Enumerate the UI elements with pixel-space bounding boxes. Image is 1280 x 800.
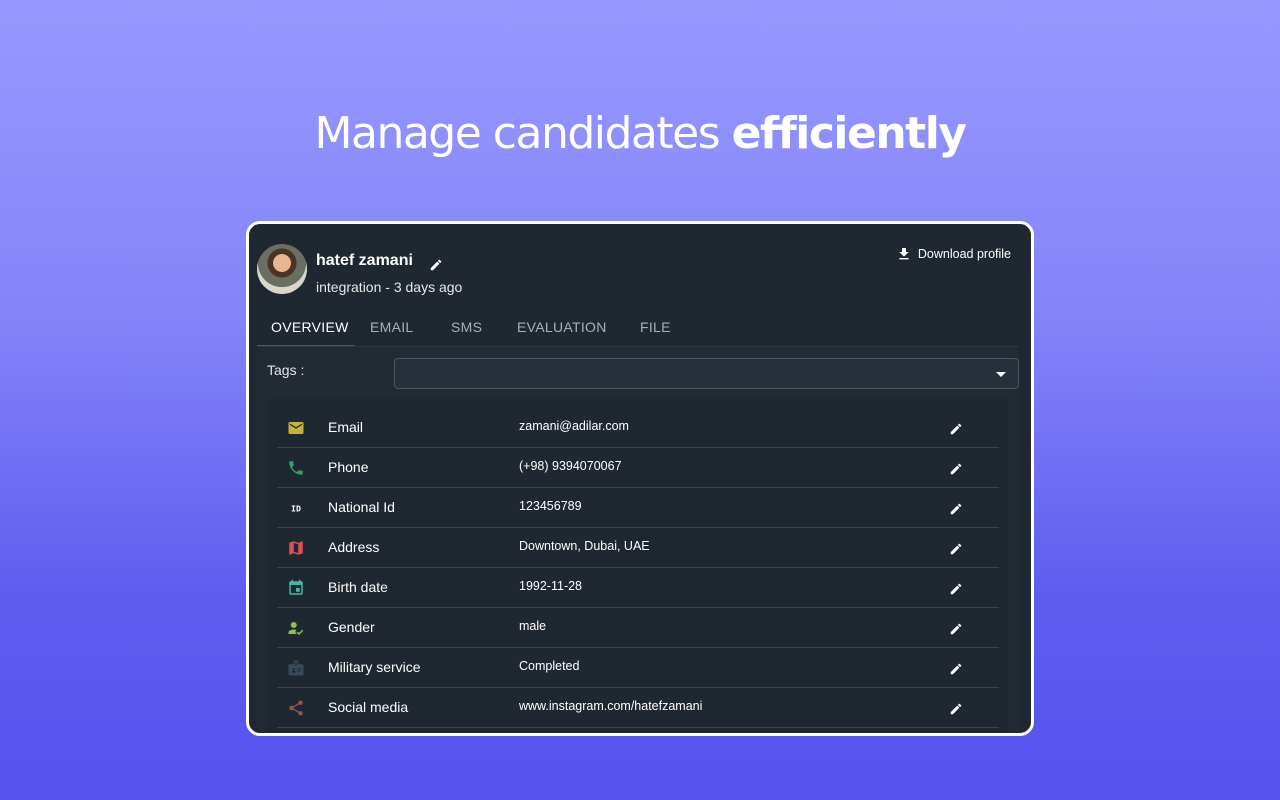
id-icon: ID bbox=[291, 503, 301, 513]
tab-overview[interactable]: OVERVIEW bbox=[257, 309, 354, 347]
overview-panel: Tags : Email zamani@adilar.com Phone (+9… bbox=[257, 347, 1019, 733]
field-value: 1992-11-28 bbox=[519, 579, 583, 593]
mail-icon bbox=[288, 422, 304, 434]
edit-icon[interactable] bbox=[949, 422, 963, 436]
tab-evaluation[interactable]: EVALUATION bbox=[501, 309, 624, 347]
svg-text:ID: ID bbox=[291, 503, 301, 513]
edit-icon[interactable] bbox=[949, 502, 963, 516]
tab-email[interactable]: EMAIL bbox=[354, 309, 435, 347]
field-label: Gender bbox=[328, 619, 375, 635]
field-value: (+98) 9394070067 bbox=[519, 459, 622, 473]
edit-icon[interactable] bbox=[949, 462, 963, 476]
tab-sms[interactable]: SMS bbox=[435, 309, 501, 347]
edit-name-icon[interactable] bbox=[429, 258, 443, 272]
tab-bar: OVERVIEW EMAIL SMS EVALUATION FILE bbox=[257, 309, 684, 347]
field-value: www.instagram.com/hatefzamani bbox=[519, 699, 703, 713]
info-list: Email zamani@adilar.com Phone (+98) 9394… bbox=[267, 398, 1009, 733]
field-row-military-service: Military service Completed bbox=[277, 648, 999, 688]
dropdown-arrow-icon[interactable] bbox=[996, 372, 1006, 377]
edit-icon[interactable] bbox=[949, 582, 963, 596]
download-icon bbox=[899, 248, 909, 260]
field-row-email: Email zamani@adilar.com bbox=[277, 408, 999, 448]
tags-select[interactable] bbox=[394, 358, 1019, 389]
field-label: Birth date bbox=[328, 579, 388, 595]
field-row-birth-date: Birth date 1992-11-28 bbox=[277, 568, 999, 608]
field-value: Completed bbox=[519, 659, 580, 673]
field-row-national-id: ID National Id 123456789 bbox=[277, 488, 999, 528]
field-row-phone: Phone (+98) 9394070067 bbox=[277, 448, 999, 488]
calendar-icon bbox=[289, 579, 303, 595]
map-icon bbox=[289, 541, 303, 555]
field-label: Social media bbox=[328, 699, 409, 715]
edit-icon[interactable] bbox=[949, 622, 963, 636]
field-value: 123456789 bbox=[519, 499, 582, 513]
edit-icon[interactable] bbox=[949, 542, 963, 556]
download-profile-button[interactable]: Download profile bbox=[896, 246, 1011, 262]
field-row-address: Address Downtown, Dubai, UAE bbox=[277, 528, 999, 568]
headline-bold: efficiently bbox=[731, 108, 967, 159]
tags-label: Tags : bbox=[267, 362, 305, 378]
field-row-gender: Gender male bbox=[277, 608, 999, 648]
badge-card-icon bbox=[288, 660, 304, 676]
headline: Manage candidates efficiently bbox=[0, 104, 1280, 164]
tab-file[interactable]: FILE bbox=[624, 309, 684, 347]
phone-icon bbox=[289, 461, 303, 475]
download-profile-label: Download profile bbox=[917, 247, 1011, 261]
person-check-icon bbox=[288, 622, 304, 636]
candidate-name: hatef zamani bbox=[316, 252, 413, 269]
candidate-card: hatef zamani integration - 3 days ago Do… bbox=[246, 221, 1034, 736]
field-value: male bbox=[519, 619, 547, 633]
field-label: National Id bbox=[328, 499, 395, 515]
edit-icon[interactable] bbox=[949, 702, 963, 716]
avatar[interactable] bbox=[257, 244, 307, 294]
field-label: Phone bbox=[328, 459, 369, 475]
field-value: zamani@adilar.com bbox=[519, 419, 629, 433]
field-label: Military service bbox=[328, 659, 421, 675]
headline-normal: Manage candidates bbox=[314, 108, 732, 159]
share-icon bbox=[289, 700, 303, 716]
field-label: Email bbox=[328, 419, 364, 435]
field-label: Address bbox=[328, 539, 380, 555]
edit-icon[interactable] bbox=[949, 662, 963, 676]
field-value: Downtown, Dubai, UAE bbox=[519, 539, 650, 553]
field-row-social-media: Social media www.instagram.com/hatefzama… bbox=[277, 688, 999, 728]
candidate-subtitle: integration - 3 days ago bbox=[316, 279, 463, 295]
